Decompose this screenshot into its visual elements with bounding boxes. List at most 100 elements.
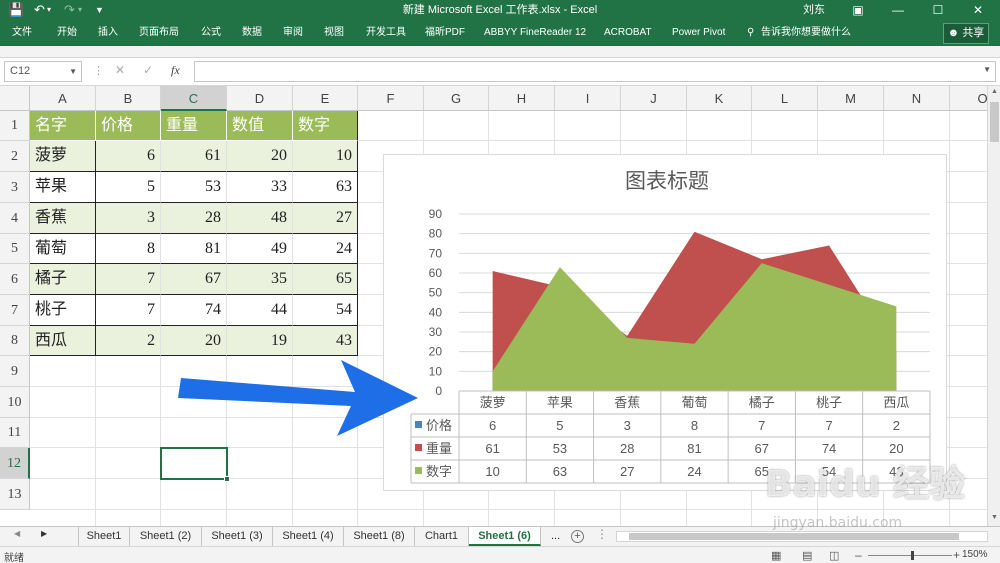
new-sheet-icon[interactable]: + — [571, 530, 584, 543]
grid-cell[interactable] — [752, 510, 818, 526]
column-header[interactable]: N — [884, 86, 950, 111]
ribbon-display-options-icon[interactable]: ▣ — [838, 0, 878, 20]
grid-cell[interactable] — [950, 141, 987, 172]
row-header[interactable]: 9 — [0, 356, 30, 387]
tab-data[interactable]: 数据 — [242, 20, 262, 46]
table-cell[interactable]: 49 — [227, 234, 293, 264]
formula-input[interactable]: ▼ — [194, 61, 996, 82]
name-box[interactable]: C12 ▼ — [4, 61, 82, 82]
column-header[interactable]: J — [621, 86, 687, 111]
grid-cell[interactable] — [424, 111, 489, 141]
table-cell[interactable]: 65 — [293, 264, 358, 295]
grid-cell[interactable] — [358, 111, 424, 141]
tab-file[interactable]: 文件 — [12, 20, 32, 46]
column-header[interactable]: O — [950, 86, 987, 111]
table-cell[interactable]: 6 — [96, 141, 161, 172]
fill-handle[interactable] — [224, 476, 230, 482]
tell-me-search[interactable]: 告诉我你想要做什么 — [761, 20, 851, 46]
grid-cell[interactable] — [30, 448, 96, 479]
grid-cell[interactable] — [227, 479, 293, 510]
grid-cell[interactable] — [30, 510, 96, 526]
table-cell[interactable]: 橘子 — [30, 264, 96, 295]
row-header[interactable]: 11 — [0, 418, 30, 448]
grid-cell[interactable] — [293, 510, 358, 526]
row-header[interactable]: 2 — [0, 141, 30, 172]
grid-cell[interactable] — [96, 418, 161, 448]
table-cell[interactable]: 菠萝 — [30, 141, 96, 172]
grid-cell[interactable] — [161, 356, 227, 387]
table-cell[interactable]: 67 — [161, 264, 227, 295]
worksheet-grid[interactable]: 名字 价格 重量 数值 数字 菠萝 6 61 20 10 苹果 5 53 33 63 香蕉 3 28 48 27 葡萄 8… — [0, 86, 987, 526]
column-header[interactable]: M — [818, 86, 884, 111]
vertical-scroll-thumb[interactable] — [990, 102, 999, 142]
column-header[interactable]: C — [161, 86, 227, 111]
sheet-tab[interactable]: Sheet1 (4) — [273, 527, 344, 546]
grid-cell[interactable] — [818, 510, 884, 526]
table-cell[interactable]: 63 — [293, 172, 358, 203]
sheet-tab[interactable]: Chart1 — [415, 527, 469, 546]
formula-bar-splitter[interactable]: ⋮ — [93, 64, 104, 77]
grid-cell[interactable] — [950, 326, 987, 356]
table-cell[interactable]: 44 — [227, 295, 293, 326]
enter-icon[interactable]: ✓ — [143, 63, 153, 77]
grid-cell[interactable] — [555, 510, 621, 526]
table-cell[interactable]: 35 — [227, 264, 293, 295]
close-icon[interactable]: ✕ — [958, 0, 998, 20]
table-cell[interactable]: 43 — [293, 326, 358, 356]
table-header-cell[interactable]: 重量 — [161, 111, 227, 141]
grid-cell[interactable] — [30, 356, 96, 387]
grid-cell[interactable] — [818, 111, 884, 141]
row-header[interactable]: 13 — [0, 479, 30, 510]
grid-cell[interactable] — [227, 387, 293, 418]
column-header[interactable]: H — [489, 86, 555, 111]
table-header-cell[interactable]: 名字 — [30, 111, 96, 141]
column-header[interactable]: F — [358, 86, 424, 111]
grid-cell[interactable] — [293, 448, 358, 479]
grid-cell[interactable] — [950, 448, 987, 479]
zoom-in-icon[interactable]: + — [953, 548, 960, 562]
grid-cell[interactable] — [30, 479, 96, 510]
table-cell[interactable]: 20 — [227, 141, 293, 172]
grid-cell[interactable] — [293, 356, 358, 387]
table-cell[interactable]: 苹果 — [30, 172, 96, 203]
table-cell[interactable]: 74 — [161, 295, 227, 326]
grid-cell[interactable] — [96, 356, 161, 387]
table-cell[interactable]: 2 — [96, 326, 161, 356]
table-cell[interactable]: 27 — [293, 203, 358, 234]
grid-cell[interactable] — [950, 111, 987, 141]
column-header[interactable]: D — [227, 86, 293, 111]
table-cell[interactable]: 香蕉 — [30, 203, 96, 234]
sheet-tab-active[interactable]: Sheet1 (6) — [469, 527, 541, 546]
zoom-slider[interactable] — [868, 551, 952, 560]
row-header[interactable]: 6 — [0, 264, 30, 295]
table-header-cell[interactable]: 价格 — [96, 111, 161, 141]
grid-cell[interactable] — [30, 387, 96, 418]
grid-cell[interactable] — [950, 479, 987, 510]
tab-view[interactable]: 视图 — [324, 20, 344, 46]
grid-cell[interactable] — [96, 510, 161, 526]
grid-cell[interactable] — [752, 111, 818, 141]
column-header[interactable]: E — [293, 86, 358, 111]
area-chart[interactable]: 图表标题 0 10 20 30 40 50 60 70 80 90 菠萝 苹果 香蕉 葡萄 橘子 桃子 西瓜 价格 6… — [383, 154, 947, 491]
column-header[interactable]: B — [96, 86, 161, 111]
horizontal-scroll-thumb[interactable] — [629, 533, 959, 540]
tab-review[interactable]: 审阅 — [283, 20, 303, 46]
scroll-up-icon[interactable]: ▲ — [989, 88, 1000, 95]
grid-cell[interactable] — [96, 448, 161, 479]
cancel-icon[interactable]: ✕ — [115, 63, 125, 77]
maximize-icon[interactable]: ☐ — [918, 0, 958, 20]
grid-cell[interactable] — [950, 510, 987, 526]
zoom-slider-knob[interactable] — [911, 551, 914, 560]
sheet-tab[interactable]: Sheet1 (3) — [202, 527, 273, 546]
table-cell[interactable]: 葡萄 — [30, 234, 96, 264]
table-cell[interactable]: 20 — [161, 326, 227, 356]
table-cell[interactable]: 28 — [161, 203, 227, 234]
grid-cell[interactable] — [621, 510, 687, 526]
scroll-tabs-right-icon[interactable]: ▶ — [41, 529, 47, 538]
table-cell[interactable]: 81 — [161, 234, 227, 264]
grid-cell[interactable] — [161, 387, 227, 418]
grid-cell[interactable] — [293, 387, 358, 418]
grid-cell[interactable] — [293, 479, 358, 510]
tab-splitter[interactable]: ⋮ — [596, 527, 608, 541]
tab-power-pivot[interactable]: Power Pivot — [672, 20, 725, 46]
